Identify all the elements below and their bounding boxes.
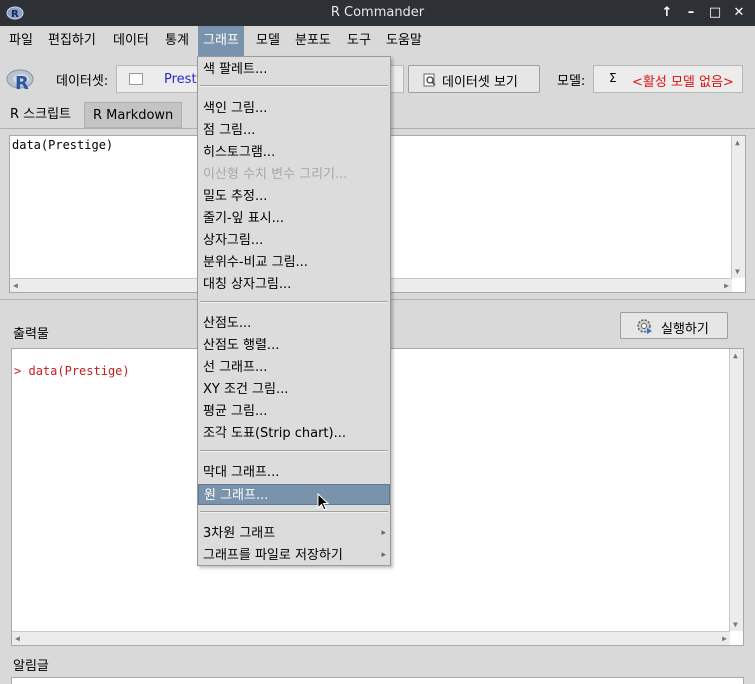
close-icon[interactable]: ✕ xyxy=(729,3,749,23)
menu-item-stem-leaf[interactable]: 줄기-잎 표시... xyxy=(198,208,390,229)
output-prompt: > xyxy=(14,364,22,378)
active-model-selector[interactable]: Σ <활성 모델 없음> xyxy=(593,65,743,93)
view-dataset-button[interactable]: 데이터셋 보기 xyxy=(408,65,540,93)
view-dataset-label: 데이터셋 보기 xyxy=(442,75,518,90)
scroll-up-icon[interactable]: ▲ xyxy=(735,138,740,147)
menu-item-boxplot[interactable]: 상자그림... xyxy=(198,230,390,251)
window-title: R Commander xyxy=(330,5,425,20)
output-horizontal-scrollbar[interactable]: ◀ ▶ xyxy=(12,631,730,645)
submenu-arrow-icon: ▸ xyxy=(381,550,386,560)
scroll-down-icon[interactable]: ▼ xyxy=(735,267,740,276)
menu-item-3d-graph[interactable]: 3차원 그래프 ▸ xyxy=(198,523,390,544)
scroll-up-icon[interactable]: ▲ xyxy=(733,351,738,360)
menu-item-save-graph-label: 그래프를 파일로 저장하기 xyxy=(203,548,343,563)
menu-item-xy-conditioning[interactable]: XY 조건 그림... xyxy=(198,379,390,400)
menu-distributions[interactable]: 분포도 xyxy=(290,26,336,56)
tab-r-script[interactable]: R 스크립트 xyxy=(2,102,80,128)
menu-item-discrete-numeric: 이산형 수치 변수 그리기... xyxy=(203,167,348,182)
menu-item-means-plot[interactable]: 평균 그림... xyxy=(198,401,390,422)
maximize-icon[interactable]: □ xyxy=(705,3,725,23)
script-vertical-scrollbar[interactable]: ▲ ▼ xyxy=(731,136,745,278)
menu-item-symmetry-boxplot[interactable]: 대칭 상자그림... xyxy=(198,274,390,295)
menu-item-qq-plot[interactable]: 분위수-비교 그림... xyxy=(198,252,390,273)
output-line: > data(Prestige) xyxy=(14,364,130,378)
minimize-icon[interactable]: – xyxy=(681,3,701,23)
menu-bar: 파일 편집하기 데이터 통계 그래프 모델 분포도 도구 도움말 xyxy=(0,26,755,56)
menu-item-density-estimate[interactable]: 밀도 추정... xyxy=(198,186,390,207)
run-button[interactable]: 실행하기 xyxy=(620,312,728,339)
menu-separator xyxy=(200,450,388,452)
messages-pane[interactable] xyxy=(11,677,744,684)
scroll-left-icon[interactable]: ◀ xyxy=(13,281,18,290)
output-vertical-scrollbar[interactable]: ▲ ▼ xyxy=(729,349,743,631)
menu-item-histogram[interactable]: 히스토그램... xyxy=(198,142,390,163)
menu-item-bar-graph[interactable]: 막대 그래프... xyxy=(198,462,390,483)
output-text: data(Prestige) xyxy=(28,364,130,378)
scroll-right-icon[interactable]: ▶ xyxy=(724,281,729,290)
menu-item-index-plot[interactable]: 색인 그림... xyxy=(198,98,390,119)
submenu-arrow-icon: ▸ xyxy=(381,528,386,538)
sigma-icon: Σ xyxy=(609,71,617,85)
menu-item-strip-chart[interactable]: 조각 도표(Strip chart)... xyxy=(198,423,390,444)
svg-text:R: R xyxy=(15,73,29,93)
menu-statistics[interactable]: 통계 xyxy=(160,26,194,56)
messages-label: 알림글 xyxy=(13,659,49,674)
scroll-left-icon[interactable]: ◀ xyxy=(15,634,20,643)
menu-item-scatterplot-matrix[interactable]: 산점도 행렬... xyxy=(198,335,390,356)
scroll-down-icon[interactable]: ▼ xyxy=(733,620,738,629)
menu-item-3d-graph-label: 3차원 그래프 xyxy=(203,526,276,541)
menu-help[interactable]: 도움말 xyxy=(381,26,427,56)
menu-item-save-graph[interactable]: 그래프를 파일로 저장하기 ▸ xyxy=(198,545,390,566)
dataset-label: 데이터셋: xyxy=(56,74,109,89)
magnifier-icon xyxy=(423,73,436,87)
menu-tools[interactable]: 도구 xyxy=(342,26,376,56)
output-label: 출력물 xyxy=(13,327,49,342)
scroll-right-icon[interactable]: ▶ xyxy=(722,634,727,643)
menu-separator xyxy=(200,85,388,87)
title-bar: R R Commander ↑ – □ ✕ xyxy=(0,0,755,26)
menu-edit[interactable]: 편집하기 xyxy=(43,26,101,56)
r-logo-icon: R xyxy=(6,69,34,93)
graphs-dropdown-menu: 색 팔레트... 색인 그림... 점 그림... 히스토그램... 이산형 수… xyxy=(197,56,391,566)
menu-item-dot-plot[interactable]: 점 그림... xyxy=(198,120,390,141)
menu-models[interactable]: 모델 xyxy=(251,26,285,56)
dataset-icon xyxy=(129,73,143,85)
menu-item-line-graph[interactable]: 선 그래프... xyxy=(198,357,390,378)
menu-file[interactable]: 파일 xyxy=(4,26,38,56)
active-dataset-name: Presti xyxy=(164,72,201,87)
script-text: data(Prestige) xyxy=(12,138,114,152)
mouse-cursor-icon xyxy=(317,493,329,511)
menu-graphs[interactable]: 그래프 xyxy=(198,26,244,56)
dataset-edit-button[interactable] xyxy=(390,65,404,93)
active-dataset-selector[interactable]: Presti xyxy=(116,65,201,93)
active-model-name: <활성 모델 없음> xyxy=(632,75,734,90)
run-button-label: 실행하기 xyxy=(661,322,709,337)
menu-item-color-palette[interactable]: 색 팔레트... xyxy=(198,59,390,80)
keep-above-icon[interactable]: ↑ xyxy=(657,3,677,23)
menu-separator xyxy=(200,301,388,303)
gear-run-icon xyxy=(637,319,652,334)
menu-item-pie-chart[interactable]: 원 그래프... xyxy=(198,484,390,505)
menu-data[interactable]: 데이터 xyxy=(108,26,154,56)
menu-separator xyxy=(200,511,388,513)
model-label: 모델: xyxy=(557,74,586,89)
tab-r-markdown[interactable]: R Markdown xyxy=(84,102,183,128)
menu-item-scatterplot[interactable]: 산점도... xyxy=(198,313,390,334)
